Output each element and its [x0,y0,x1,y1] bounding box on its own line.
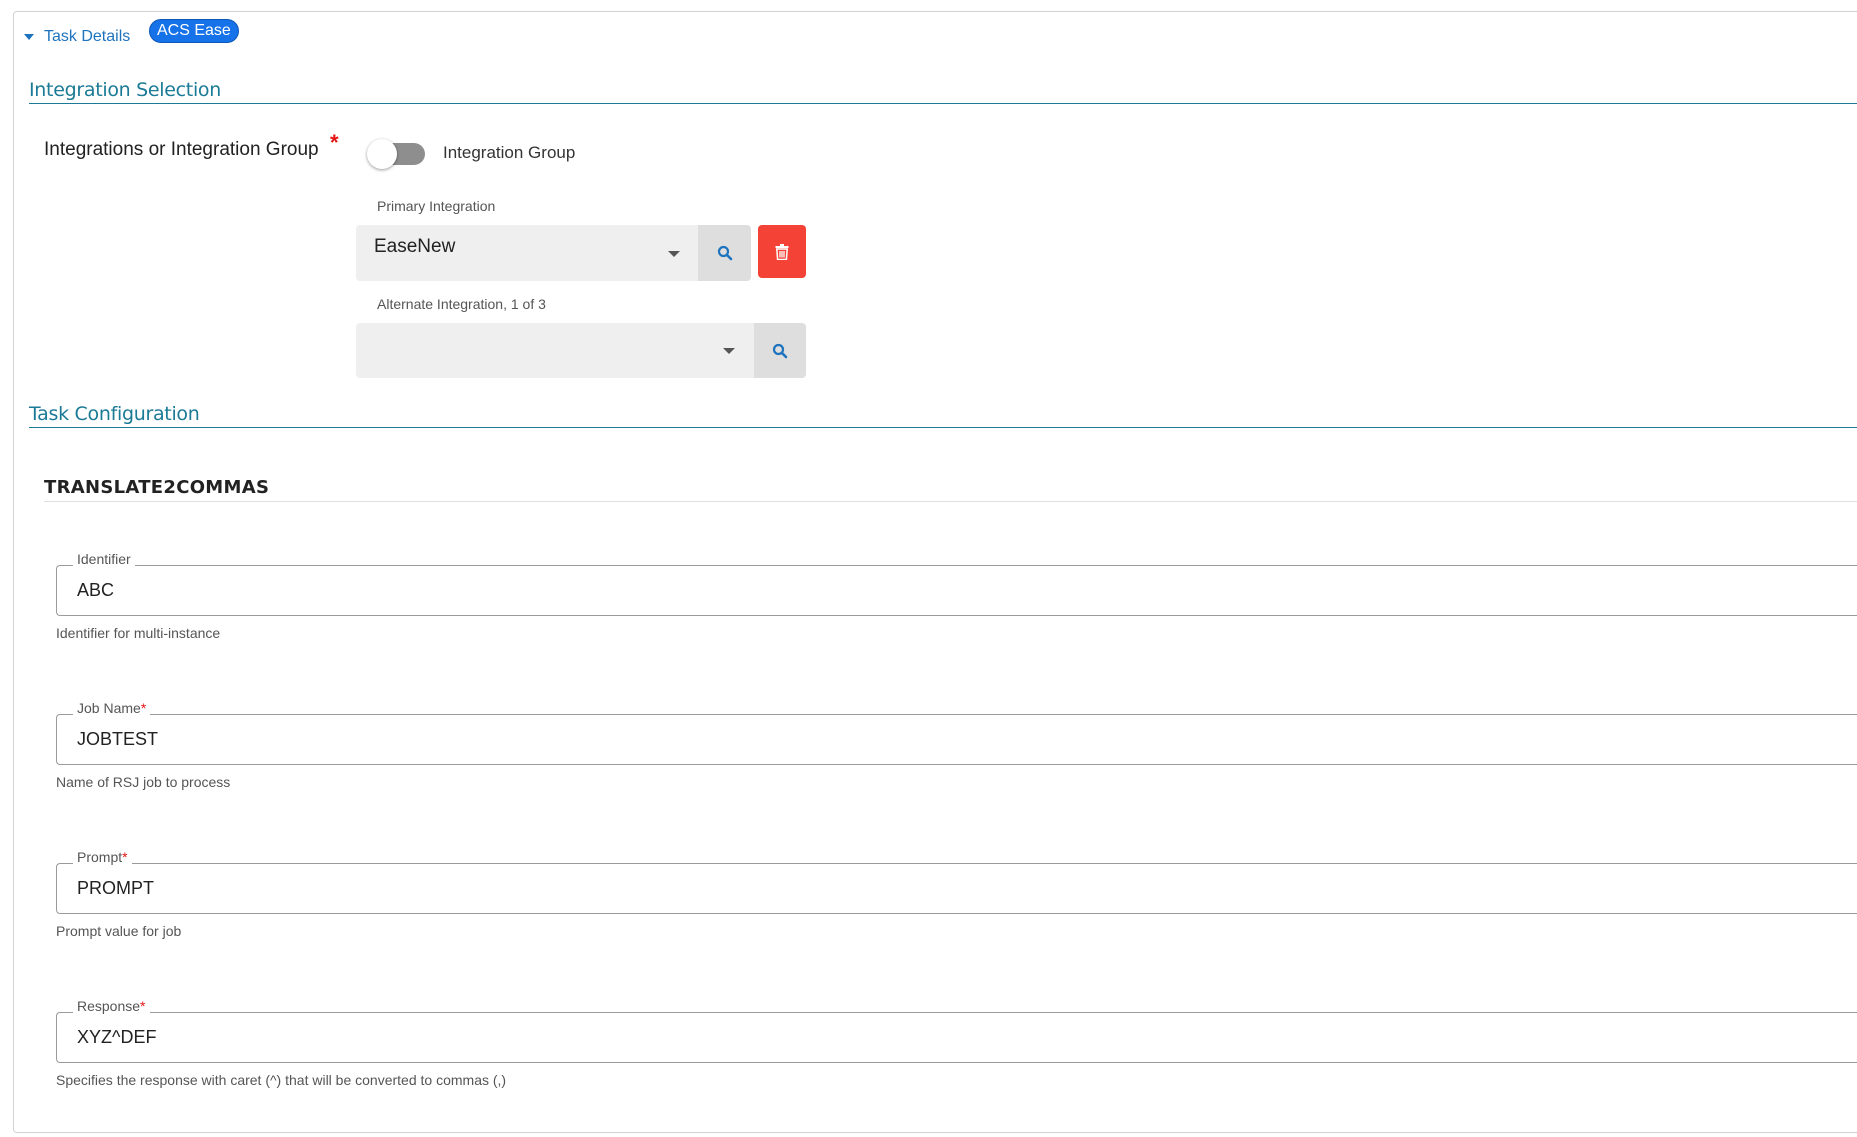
search-icon [772,343,788,358]
response-label-text: Response [77,998,141,1014]
chevron-down-icon [723,348,735,354]
trash-icon [775,243,789,260]
response-input[interactable]: XYZ^DEF [56,1012,1857,1063]
search-icon [717,245,732,261]
prompt-value: PROMPT [77,878,155,898]
integration-group-toggle[interactable] [367,139,425,169]
alternate-integration-label: Alternate Integration, 1 of 3 [377,296,546,312]
job-name-value: JOBTEST [77,729,159,749]
chevron-down-icon [668,251,680,257]
job-name-help: Name of RSJ job to process [56,774,231,790]
identifier-label: Identifier [73,551,135,567]
primary-search-button[interactable] [698,225,751,281]
required-indicator: * [140,998,146,1014]
alternate-integration-select[interactable] [356,323,754,378]
prompt-help: Prompt value for job [56,923,182,939]
section-divider [29,103,1857,104]
job-name-label: Job Name* [73,700,151,716]
integrations-field-label: Integrations or Integration Group [44,139,319,160]
response-help: Specifies the response with caret (^) th… [56,1072,507,1088]
section-title-config: Task Configuration [29,403,200,425]
task-details-label: Task Details [44,28,131,45]
response-value: XYZ^DEF [77,1027,157,1047]
prompt-label-text: Prompt [77,849,123,865]
primary-integration-value: EaseNew [374,236,456,257]
response-label: Response* [73,998,150,1014]
required-indicator: * [140,700,147,716]
task-details-toggle[interactable]: Task Details [24,28,130,46]
subtitle-divider [44,501,1857,502]
identifier-help: Identifier for multi-instance [56,625,221,641]
prompt-label: Prompt* [73,849,132,865]
section-title-integration: Integration Selection [29,79,221,101]
identifier-input[interactable]: ABC [56,565,1857,616]
primary-integration-select[interactable]: EaseNew [356,225,698,281]
alternate-search-button[interactable] [754,323,806,378]
integration-badge: ACS Ease [149,19,239,43]
primary-integration-label: Primary Integration [377,198,496,214]
integration-group-label: Integration Group [443,143,576,162]
job-name-label-text: Job Name [77,700,141,716]
delete-integration-button[interactable] [758,225,806,278]
identifier-label-text: Identifier [77,551,131,567]
required-indicator: * [122,849,128,865]
job-name-input[interactable]: JOBTEST [56,714,1857,765]
caret-down-icon [24,34,34,40]
required-indicator: * [330,130,339,155]
toggle-knob [367,139,397,169]
section-divider [29,427,1857,428]
config-subtitle: TRANSLATE2COMMAS [44,477,270,498]
prompt-input[interactable]: PROMPT [56,863,1857,914]
identifier-value: ABC [77,580,115,600]
